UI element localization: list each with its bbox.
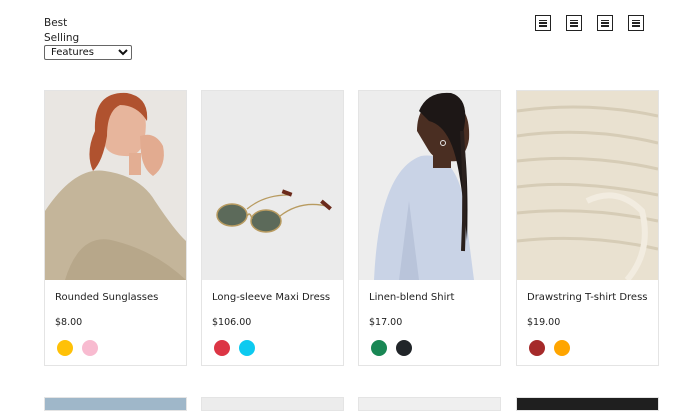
product-card[interactable]: Rounded Sunglasses $8.00 — [44, 90, 187, 366]
color-swatch[interactable] — [371, 340, 387, 356]
color-swatch[interactable] — [554, 340, 570, 356]
color-swatch[interactable] — [396, 340, 412, 356]
product-price: $106.00 — [212, 317, 252, 328]
color-swatch[interactable] — [82, 340, 98, 356]
sort-label: Best Selling — [44, 17, 80, 44]
product-card[interactable]: Drawstring T-shirt Dress $19.00 — [516, 90, 659, 366]
color-swatch[interactable] — [239, 340, 255, 356]
product-card[interactable] — [516, 397, 659, 411]
product-name[interactable]: Long-sleeve Maxi Dress — [212, 292, 330, 303]
product-card[interactable] — [201, 397, 344, 411]
list-view-icon[interactable] — [628, 15, 644, 31]
product-image[interactable] — [202, 91, 343, 280]
product-image[interactable] — [45, 91, 186, 280]
product-card[interactable]: Linen-blend Shirt $17.00 — [358, 90, 501, 366]
product-price: $8.00 — [55, 317, 83, 328]
product-image[interactable] — [517, 91, 658, 280]
list-view-icon[interactable] — [566, 15, 582, 31]
product-name[interactable]: Linen-blend Shirt — [369, 292, 454, 303]
product-card[interactable]: Long-sleeve Maxi Dress $106.00 — [201, 90, 344, 366]
color-swatch[interactable] — [57, 340, 73, 356]
product-price: $19.00 — [527, 317, 561, 328]
product-card[interactable] — [358, 397, 501, 411]
sort-select[interactable]: Features — [44, 45, 132, 60]
list-view-icon[interactable] — [597, 15, 613, 31]
product-card[interactable] — [44, 397, 187, 411]
product-name[interactable]: Rounded Sunglasses — [55, 292, 158, 303]
list-view-icon[interactable] — [535, 15, 551, 31]
color-swatch[interactable] — [529, 340, 545, 356]
product-name[interactable]: Drawstring T-shirt Dress — [527, 292, 648, 303]
color-swatch[interactable] — [214, 340, 230, 356]
product-price: $17.00 — [369, 317, 403, 328]
product-image[interactable] — [359, 91, 500, 280]
